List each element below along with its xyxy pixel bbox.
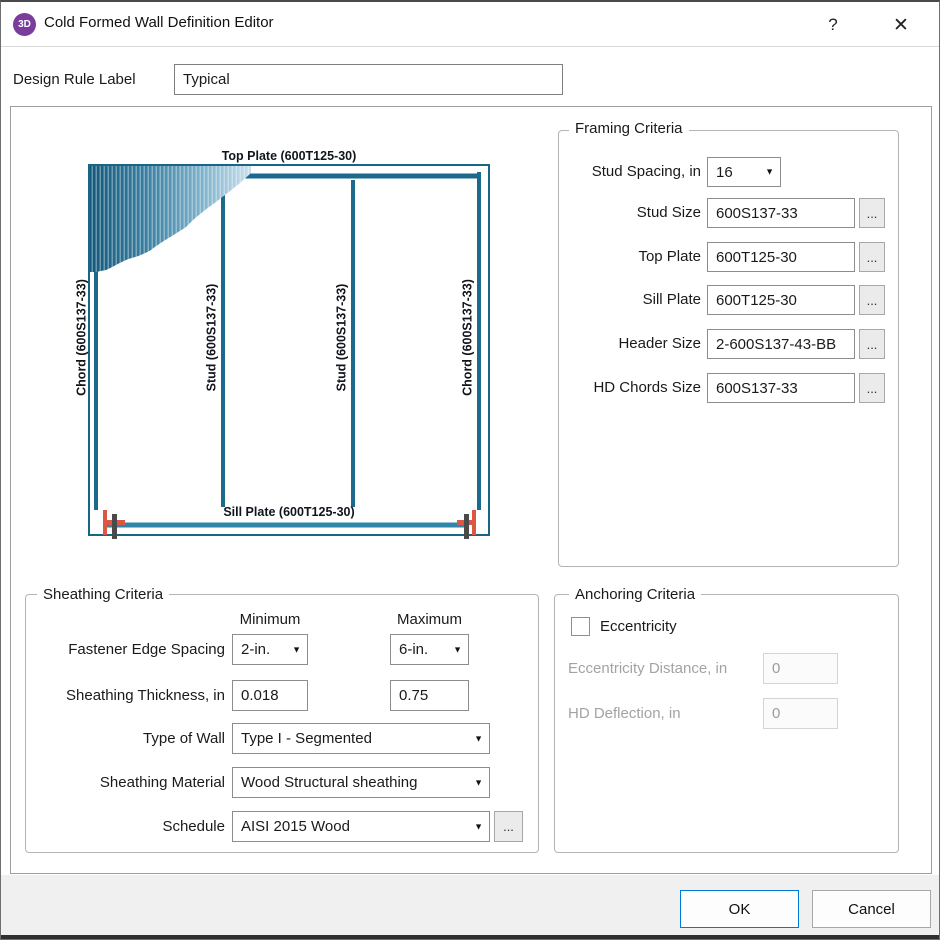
cancel-button[interactable]: Cancel — [812, 890, 931, 928]
framing-criteria-title: Framing Criteria — [569, 120, 689, 137]
stud2-label: Stud (600S137-33) — [335, 238, 350, 438]
top-plate-browse-button[interactable]: ... — [859, 242, 885, 272]
fastener-max-select[interactable]: 6-in. ▼ — [390, 634, 469, 665]
header-size-input[interactable]: 2-600S137-43-BB — [707, 329, 855, 359]
hd-chords-browse-button[interactable]: ... — [859, 373, 885, 403]
eccentricity-distance-label: Eccentricity Distance, in — [568, 660, 727, 677]
stud1-label: Stud (600S137-33) — [205, 238, 220, 438]
bottom-edge-strip — [1, 935, 940, 940]
top-plate-input[interactable]: 600T125-30 — [707, 242, 855, 272]
schedule-value: AISI 2015 Wood — [241, 818, 350, 835]
chevron-down-icon: ▼ — [474, 821, 483, 831]
wall-diagram — [81, 142, 501, 542]
sill-plate-size-label: Sill Plate — [554, 291, 701, 308]
title-bar: 3D Cold Formed Wall Definition Editor ? … — [1, 2, 939, 47]
header-size-label: Header Size — [554, 335, 701, 352]
maximum-column-header: Maximum — [390, 611, 469, 628]
type-of-wall-value: Type I - Segmented — [241, 730, 372, 747]
sheathing-material-label: Sheathing Material — [31, 774, 225, 791]
fastener-max-value: 6-in. — [399, 641, 428, 658]
dialog-window: 3D Cold Formed Wall Definition Editor ? … — [0, 0, 940, 940]
fastener-min-select[interactable]: 2-in. ▼ — [232, 634, 308, 665]
thickness-min-input[interactable]: 0.018 — [232, 680, 308, 711]
stud-spacing-value: 16 — [716, 164, 733, 181]
sheathing-material-select[interactable]: Wood Structural sheathing ▼ — [232, 767, 490, 798]
hd-deflection-input[interactable]: 0 — [763, 698, 838, 729]
app-icon: 3D — [13, 13, 36, 36]
design-rule-label: Design Rule Label — [13, 71, 136, 88]
schedule-select[interactable]: AISI 2015 Wood ▼ — [232, 811, 490, 842]
stud-size-label: Stud Size — [554, 204, 701, 221]
hd-chords-size-label: HD Chords Size — [554, 379, 701, 396]
sill-plate-input[interactable]: 600T125-30 — [707, 285, 855, 315]
fastener-min-value: 2-in. — [241, 641, 270, 658]
stud-spacing-label: Stud Spacing, in — [554, 163, 701, 180]
footer-bar — [1, 875, 940, 935]
design-rule-input[interactable]: Typical — [174, 64, 563, 95]
fastener-edge-spacing-label: Fastener Edge Spacing — [31, 641, 225, 658]
sheathing-material-value: Wood Structural sheathing — [241, 774, 418, 791]
stud-size-input[interactable]: 600S137-33 — [707, 198, 855, 228]
hd-deflection-label: HD Deflection, in — [568, 705, 681, 722]
sheathing-thickness-label: Sheathing Thickness, in — [31, 687, 225, 704]
chord-left-label: Chord (600S137-33) — [75, 238, 90, 438]
chevron-down-icon: ▼ — [474, 777, 483, 787]
stud-size-browse-button[interactable]: ... — [859, 198, 885, 228]
anchoring-criteria-title: Anchoring Criteria — [569, 586, 701, 603]
header-size-browse-button[interactable]: ... — [859, 329, 885, 359]
close-button[interactable]: ✕ — [884, 10, 918, 40]
ok-button[interactable]: OK — [680, 890, 799, 928]
sill-plate-browse-button[interactable]: ... — [859, 285, 885, 315]
sheathing-criteria-title: Sheathing Criteria — [37, 586, 169, 603]
help-button[interactable]: ? — [816, 10, 850, 40]
shear-diagram-shape — [90, 166, 251, 272]
chevron-down-icon: ▼ — [292, 644, 301, 654]
chevron-down-icon: ▼ — [765, 167, 774, 177]
schedule-label: Schedule — [31, 818, 225, 835]
stud-spacing-select[interactable]: 16 ▼ — [707, 157, 781, 187]
type-of-wall-label: Type of Wall — [31, 730, 225, 747]
eccentricity-label: Eccentricity — [600, 618, 677, 635]
schedule-browse-button[interactable]: ... — [494, 811, 523, 842]
chevron-down-icon: ▼ — [474, 733, 483, 743]
chevron-down-icon: ▼ — [453, 644, 462, 654]
minimum-column-header: Minimum — [232, 611, 308, 628]
thickness-max-input[interactable]: 0.75 — [390, 680, 469, 711]
type-of-wall-select[interactable]: Type I - Segmented ▼ — [232, 723, 490, 754]
window-title: Cold Formed Wall Definition Editor — [44, 14, 274, 31]
top-plate-size-label: Top Plate — [554, 248, 701, 265]
hd-chords-input[interactable]: 600S137-33 — [707, 373, 855, 403]
eccentricity-distance-input[interactable]: 0 — [763, 653, 838, 684]
eccentricity-checkbox[interactable] — [571, 617, 590, 636]
top-plate-label: Top Plate (600T125-30) — [89, 149, 489, 163]
chord-right-label: Chord (600S137-33) — [461, 238, 476, 438]
sill-plate-label: Sill Plate (600T125-30) — [89, 505, 489, 519]
